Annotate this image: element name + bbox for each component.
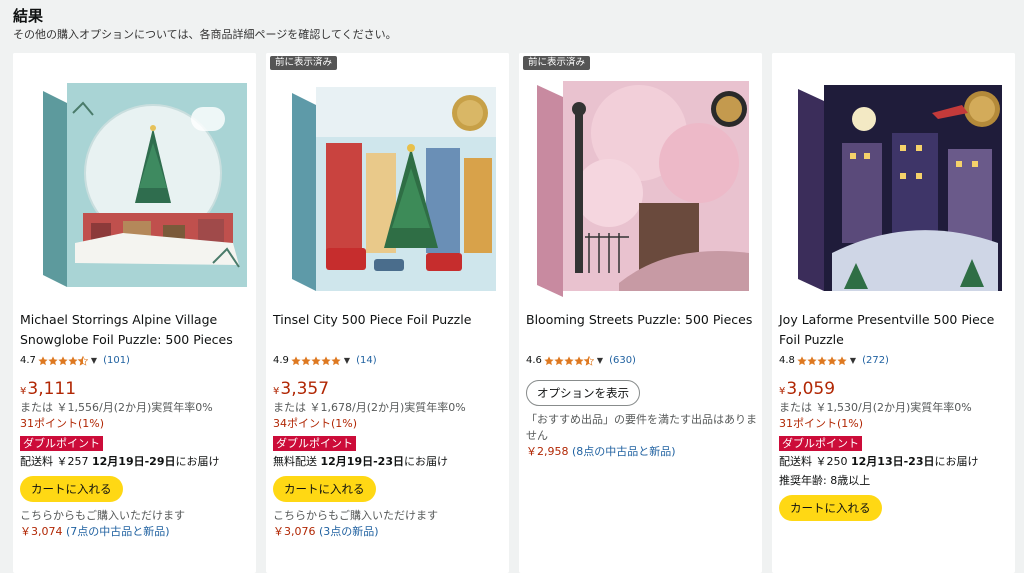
product-image-4[interactable]: [772, 53, 1015, 299]
product-card-3: 前に表示済み Blooming Streets Puzzle: 500 Piec…: [519, 53, 762, 573]
product-card-2: 前に表示済み Tinsel City 500 Piece Foil Puzzle…: [266, 53, 509, 573]
review-count-link[interactable]: (14): [356, 354, 377, 368]
star-rating-icon: [797, 356, 847, 366]
rating-value: 4.9: [273, 355, 289, 366]
shipping-info: 無料配送 12月19日-23日にお届け: [273, 455, 448, 468]
rating-row[interactable]: 4.9 ▼ (14): [273, 354, 505, 368]
add-to-cart-button[interactable]: カートに入れる: [20, 476, 123, 502]
star-rating-icon: [291, 356, 341, 366]
product-title[interactable]: Blooming Streets Puzzle: 500 Pieces: [526, 310, 758, 350]
shipping-info: 配送料 ￥257 12月19日-29日にお届け: [20, 455, 220, 468]
double-points-badge: ダブルポイント: [20, 436, 103, 451]
previously-viewed-badge: 前に表示済み: [523, 56, 591, 70]
shipping-info: 配送料 ￥250 12月13日-23日にお届け: [779, 455, 979, 468]
double-points-badge: ダブルポイント: [273, 436, 356, 451]
chevron-down-icon[interactable]: ▼: [344, 354, 350, 368]
recommended-age: 推奨年齢: 8歳以上: [779, 474, 871, 487]
rating-row[interactable]: 4.8 ▼ (272): [779, 354, 1011, 368]
price[interactable]: ¥3,059: [779, 378, 1011, 400]
star-rating-icon: [38, 356, 88, 366]
product-image-1[interactable]: [13, 53, 256, 299]
product-card-4: Joy Laforme Presentville 500 Piece Foil …: [772, 53, 1015, 573]
points-text: 31ポイント(1%): [20, 417, 105, 430]
rating-value: 4.6: [526, 355, 542, 366]
used-new-offers[interactable]: ￥3,076 (3点の新品): [273, 524, 505, 540]
used-new-offers[interactable]: ￥3,074 (7点の中古品と新品): [20, 524, 252, 540]
review-count-link[interactable]: (101): [103, 354, 130, 368]
results-header: 結果 その他の購入オプションについては、各商品詳細ページを確認してください。: [13, 6, 1013, 42]
product-title[interactable]: Tinsel City 500 Piece Foil Puzzle: [273, 310, 505, 350]
add-to-cart-button[interactable]: カートに入れる: [273, 476, 376, 502]
review-count-link[interactable]: (630): [609, 354, 636, 368]
product-image-2[interactable]: [266, 53, 509, 299]
rating-row[interactable]: 4.6 ▼ (630): [526, 354, 758, 368]
used-new-offers[interactable]: ￥2,958 (8点の中古品と新品): [526, 444, 758, 460]
price[interactable]: ¥3,357: [273, 378, 505, 400]
results-title: 結果: [13, 7, 44, 25]
star-rating-icon: [544, 356, 594, 366]
rating-row[interactable]: 4.7 ▼ (101): [20, 354, 252, 368]
installment-text: または ￥1,556/月(2か月)実質年率0%: [20, 401, 213, 414]
see-options-button[interactable]: オプションを表示: [526, 380, 640, 406]
chevron-down-icon[interactable]: ▼: [597, 354, 603, 368]
review-count-link[interactable]: (272): [862, 354, 889, 368]
price[interactable]: ¥3,111: [20, 378, 252, 400]
other-sellers-text: こちらからもご購入いただけます: [20, 509, 185, 522]
points-text: 31ポイント(1%): [779, 417, 864, 430]
chevron-down-icon[interactable]: ▼: [91, 354, 97, 368]
installment-text: または ￥1,530/月(2か月)実質年率0%: [779, 401, 972, 414]
previously-viewed-badge: 前に表示済み: [270, 56, 338, 70]
double-points-badge: ダブルポイント: [779, 436, 862, 451]
product-image-3[interactable]: [519, 53, 762, 299]
rating-value: 4.7: [20, 355, 36, 366]
points-text: 34ポイント(1%): [273, 417, 358, 430]
chevron-down-icon[interactable]: ▼: [850, 354, 856, 368]
product-card-1: Michael Storrings Alpine Village Snowglo…: [13, 53, 256, 573]
other-sellers-text: こちらからもご購入いただけます: [273, 509, 438, 522]
product-title[interactable]: Joy Laforme Presentville 500 Piece Foil …: [779, 310, 1011, 350]
results-subtitle: その他の購入オプションについては、各商品詳細ページを確認してください。: [13, 28, 397, 41]
product-title[interactable]: Michael Storrings Alpine Village Snowglo…: [20, 310, 252, 350]
no-featured-offer-text: 「おすすめ出品」の要件を満たす出品はありません: [526, 413, 757, 442]
rating-value: 4.8: [779, 355, 795, 366]
add-to-cart-button[interactable]: カートに入れる: [779, 495, 882, 521]
installment-text: または ￥1,678/月(2か月)実質年率0%: [273, 401, 466, 414]
